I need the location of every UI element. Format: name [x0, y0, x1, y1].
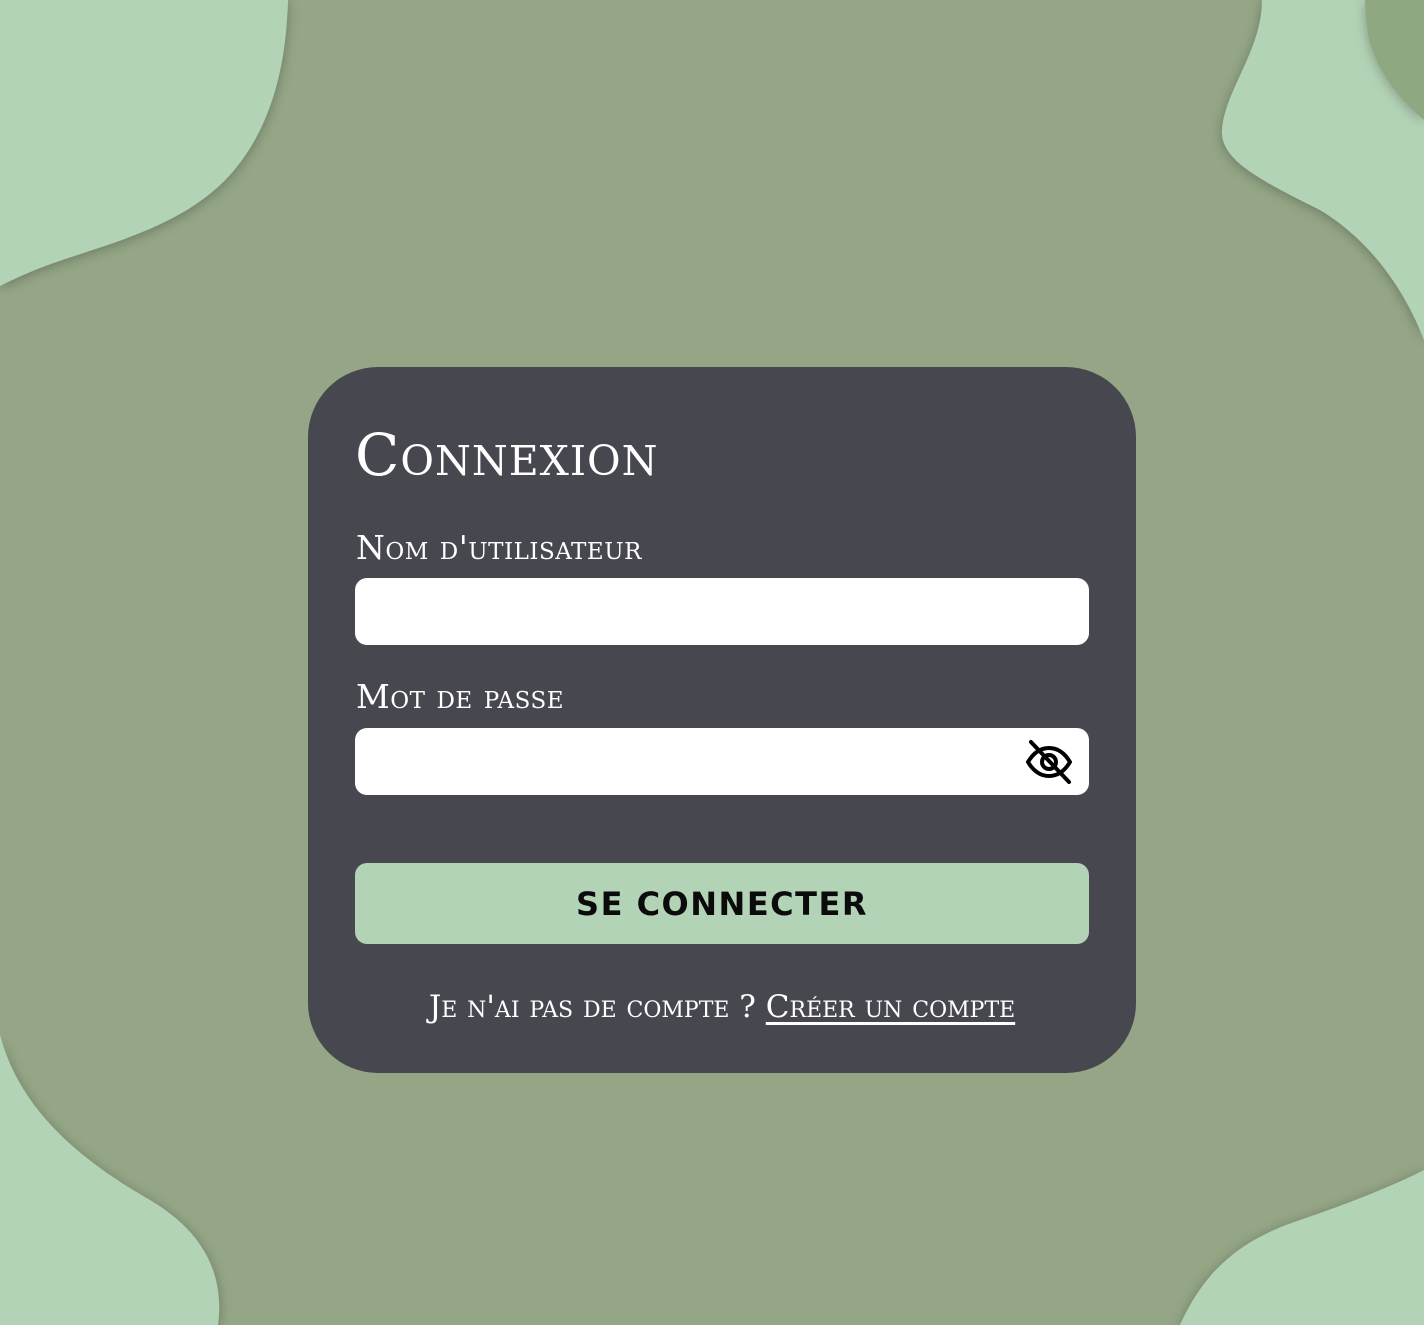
username-label: Nom d'utilisateur: [356, 528, 642, 567]
login-card: Connexion Nom d'utilisateur Mot de passe…: [308, 367, 1136, 1073]
page-title: Connexion: [355, 421, 659, 489]
password-field-container: [355, 728, 1089, 795]
toggle-password-visibility-button[interactable]: [1023, 736, 1075, 788]
blob-top-left: [0, 0, 288, 286]
login-submit-button[interactable]: SE CONNECTER: [355, 863, 1089, 944]
password-label: Mot de passe: [356, 677, 565, 716]
signup-prompt-text: Je n'ai pas de compte ?: [428, 989, 756, 1025]
signup-prompt: Je n'ai pas de compte ? Créer un compte: [308, 987, 1136, 1027]
password-input[interactable]: [355, 728, 1089, 795]
username-field-container: [355, 578, 1089, 645]
blob-bottom-right: [1180, 1170, 1424, 1325]
eye-off-icon: [1026, 740, 1072, 784]
signup-link[interactable]: Créer un compte: [766, 989, 1015, 1025]
username-input[interactable]: [355, 578, 1089, 645]
blob-bottom-left: [0, 1035, 220, 1325]
